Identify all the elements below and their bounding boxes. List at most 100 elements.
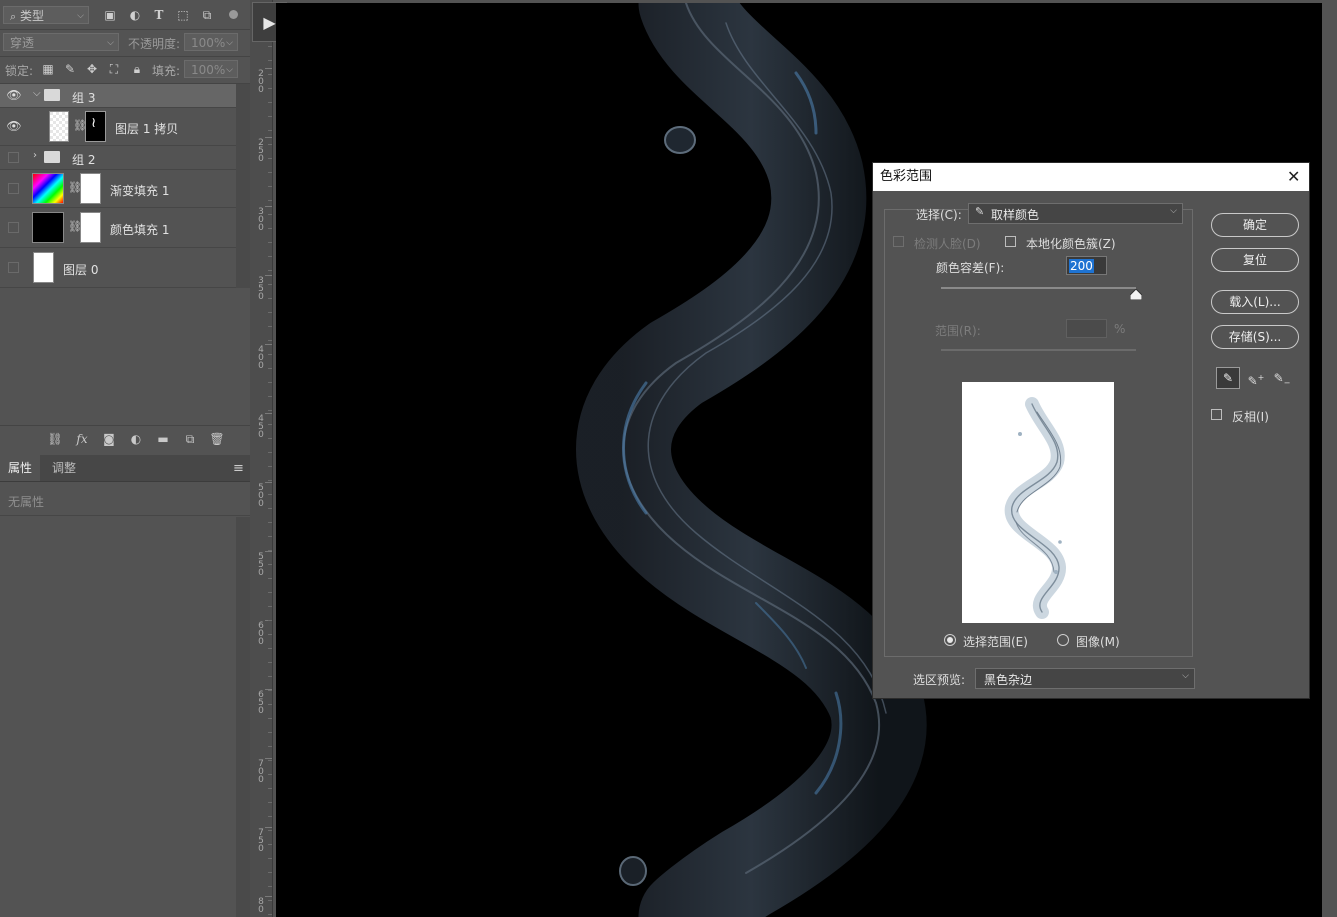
selection-radio[interactable] (944, 634, 956, 646)
layers-scrollbar[interactable] (236, 84, 250, 288)
link-layers-icon[interactable]: ⛓︎ (47, 432, 63, 446)
ruler-minor-tick (268, 186, 272, 187)
opacity-input[interactable]: 100% ⌵ (184, 33, 238, 51)
visibility-toggle[interactable] (8, 152, 19, 163)
fuzziness-slider-track[interactable] (941, 287, 1136, 289)
chevron-down-icon: ⌵ (1170, 206, 1177, 216)
layer-mask-thumbnail[interactable]: ≀ (85, 111, 106, 142)
ruler-minor-tick (268, 452, 272, 453)
fill-input[interactable]: 100% ⌵ (184, 60, 238, 78)
load-button[interactable]: 载入(L)... (1211, 290, 1299, 314)
ruler-minor-tick (268, 214, 272, 215)
layer-name: 图层 0 (63, 263, 99, 277)
fill-value: 100% (191, 63, 226, 77)
layer-row-group3[interactable]: 👁︎ ⌵ 组 3 (0, 84, 236, 108)
filter-toggle-icon[interactable] (229, 10, 238, 19)
detect-faces-checkbox[interactable] (893, 236, 904, 247)
new-layer-icon[interactable]: ⧉ (182, 432, 198, 446)
layer-row-layer0[interactable]: 图层 0 (0, 248, 236, 288)
fx-icon[interactable]: fx (74, 432, 90, 446)
eyedropper-minus-icon[interactable]: ✎− (1270, 367, 1294, 389)
layer-thumbnail[interactable] (49, 111, 69, 142)
ruler-minor-tick (268, 74, 272, 75)
close-icon[interactable]: ✕ (1287, 163, 1300, 191)
invert-checkbox[interactable] (1211, 409, 1222, 420)
range-slider-track (941, 349, 1136, 351)
ruler-minor-tick (268, 368, 272, 369)
ruler-label: 2 0 0 (258, 69, 264, 95)
lock-all-icon[interactable]: 🔒︎ (130, 62, 144, 76)
ruler-minor-tick (268, 564, 272, 565)
save-button[interactable]: 存储(S)... (1211, 325, 1299, 349)
layer-kind-filter[interactable]: ⌕ 类型 ⌵ (3, 6, 89, 24)
ruler-minor-tick (268, 522, 272, 523)
image-radio[interactable] (1057, 634, 1069, 646)
ruler-minor-tick (268, 858, 272, 859)
ruler-minor-tick (268, 130, 272, 131)
ruler-minor-tick (268, 788, 272, 789)
smart-object-filter-icon[interactable]: ⧉ (200, 8, 214, 22)
add-mask-icon[interactable]: ◙ (101, 432, 117, 446)
lock-artboard-icon[interactable]: ⛶ (107, 62, 121, 76)
ruler-minor-tick (268, 690, 272, 691)
lock-position-icon[interactable]: ✥ (85, 62, 99, 76)
properties-scrollbar[interactable] (236, 517, 250, 917)
chevron-down-icon[interactable]: ⌵ (33, 88, 41, 99)
color-fill-thumbnail[interactable] (32, 212, 64, 243)
ruler-minor-tick (268, 270, 272, 271)
chevron-right-icon[interactable]: › (33, 150, 37, 161)
image-radio-label: 图像(M) (1076, 635, 1120, 649)
select-dropdown[interactable]: ✎ 取样颜色 ⌵ (968, 203, 1183, 224)
visibility-toggle[interactable] (8, 183, 19, 194)
visibility-eye-icon[interactable]: 👁︎ (4, 88, 24, 104)
panel-menu-icon[interactable]: ≡ (233, 461, 244, 476)
layer-mask-thumbnail[interactable] (80, 212, 101, 243)
adjustment-filter-icon[interactable]: ◐ (128, 8, 142, 22)
lock-paint-icon[interactable]: ✎ (63, 62, 77, 76)
blend-mode-select[interactable]: 穿透 ⌵ (3, 33, 119, 51)
visibility-toggle[interactable] (8, 262, 19, 273)
type-layer-filter-icon[interactable]: T (152, 8, 166, 22)
trash-icon[interactable]: 🗑︎ (209, 432, 225, 446)
ruler-minor-tick (268, 914, 272, 915)
ok-button[interactable]: 确定 (1211, 213, 1299, 237)
dialog-titlebar[interactable]: 色彩范围 ✕ (873, 163, 1309, 191)
lock-transparency-icon[interactable]: ▦ (41, 62, 55, 76)
ruler-label: 4 5 0 (258, 414, 264, 440)
dialog-title: 色彩范围 (880, 169, 933, 184)
ruler-minor-tick (268, 592, 272, 593)
gradient-fill-thumbnail[interactable] (32, 173, 64, 204)
selection-preview-dropdown[interactable]: 黑色杂边 ⌵ (975, 668, 1195, 689)
fuzziness-input[interactable]: 200 (1066, 256, 1107, 275)
localized-clusters-checkbox[interactable] (1005, 236, 1016, 247)
opacity-value: 100% (191, 36, 226, 50)
visibility-toggle[interactable] (8, 222, 19, 233)
visibility-eye-icon[interactable]: 👁︎ (4, 119, 24, 135)
reset-button[interactable]: 复位 (1211, 248, 1299, 272)
eyedropper-icon[interactable]: ✎ (1216, 367, 1240, 389)
layer-kind-label: 类型 (20, 9, 45, 23)
layer-mask-thumbnail[interactable] (80, 173, 101, 204)
pixel-layer-filter-icon[interactable]: ▣ (103, 8, 117, 22)
tab-adjustments[interactable]: 调整 (44, 455, 84, 481)
adjustment-layer-icon[interactable]: ◐ (128, 432, 144, 446)
layer-row-gradient-fill[interactable]: ⛓︎ 渐变填充 1 (0, 170, 236, 208)
preview-splash-image (1004, 397, 1066, 619)
vertical-ruler: 2 0 0 2 5 0 3 0 0 3 5 0 4 0 0 4 5 0 5 0 0 5 5 0… (250, 0, 273, 917)
shape-layer-filter-icon[interactable]: ⬚ (176, 8, 190, 22)
ruler-minor-tick (268, 816, 272, 817)
ruler-minor-tick (268, 298, 272, 299)
ruler-minor-tick (268, 116, 272, 117)
layer-name: 组 2 (72, 153, 96, 167)
tab-properties[interactable]: 属性 (0, 455, 41, 481)
new-group-icon[interactable]: ▬ (155, 432, 171, 446)
layer-row-color-fill[interactable]: ⛓︎ 颜色填充 1 (0, 208, 236, 248)
layer-row-layer1-copy[interactable]: 👁︎ ⛓︎ ≀ 图层 1 拷贝 (0, 108, 236, 146)
ruler-minor-tick (268, 396, 272, 397)
layer-thumbnail[interactable] (33, 252, 54, 283)
layer-row-group2[interactable]: › 组 2 (0, 146, 236, 170)
selection-preview[interactable] (962, 382, 1114, 623)
eyedropper-plus-icon[interactable]: ✎+ (1244, 367, 1268, 389)
fuzziness-slider-thumb[interactable] (1129, 288, 1143, 301)
chevron-down-icon: ⌵ (107, 38, 114, 48)
